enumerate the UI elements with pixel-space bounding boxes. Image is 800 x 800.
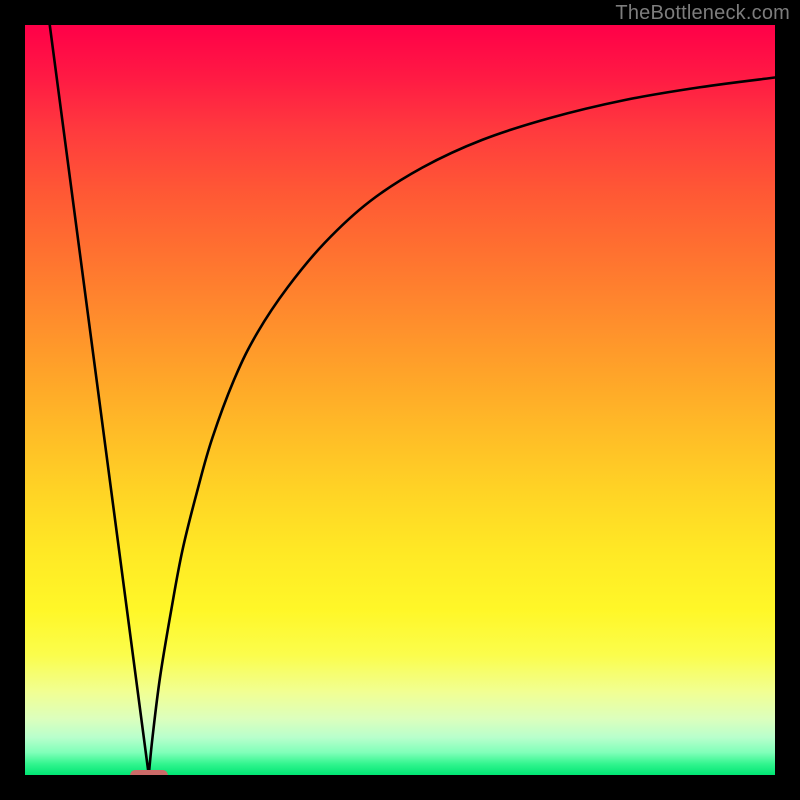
watermark-text: TheBottleneck.com bbox=[615, 2, 790, 25]
plot-area bbox=[25, 25, 775, 775]
right-curve-path bbox=[149, 78, 775, 776]
bottleneck-marker bbox=[130, 770, 168, 776]
curve-layer bbox=[25, 25, 775, 775]
left-line-path bbox=[50, 25, 149, 775]
chart-frame: TheBottleneck.com bbox=[0, 0, 800, 800]
